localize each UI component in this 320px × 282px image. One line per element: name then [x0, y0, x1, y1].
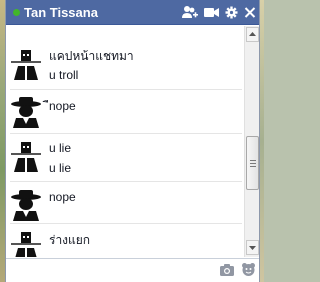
sender-avatar[interactable] — [10, 48, 42, 80]
sender-avatar[interactable] — [10, 230, 42, 257]
camera-icon[interactable] — [220, 264, 234, 279]
chat-window: Tan Tissana แคปหน้าแชทมา u troll ืnope u… — [5, 0, 260, 282]
message-text: ืnope — [49, 99, 76, 113]
scroll-up-button[interactable] — [246, 27, 259, 42]
sender-avatar[interactable] — [10, 140, 42, 172]
message-scrollbar[interactable] — [244, 26, 259, 257]
scroll-thumb[interactable] — [246, 136, 259, 190]
settings-icon[interactable] — [225, 5, 238, 20]
message-composer — [6, 258, 259, 282]
message-text: ร่างแยก — [49, 233, 91, 247]
chat-titlebar[interactable]: Tan Tissana — [6, 0, 259, 25]
message-input[interactable] — [10, 262, 210, 280]
add-friend-icon[interactable] — [182, 5, 198, 20]
close-icon[interactable] — [244, 5, 256, 20]
message-text: u lie — [49, 161, 72, 175]
contact-name[interactable]: Tan Tissana — [24, 5, 98, 20]
online-status-icon — [13, 9, 20, 16]
sender-avatar[interactable] — [10, 189, 42, 221]
message-text: nope — [49, 190, 76, 204]
scroll-down-button[interactable] — [246, 240, 259, 255]
message-divider — [10, 181, 242, 182]
message-divider — [10, 133, 242, 134]
message-text: แคปหน้าแชทมา — [49, 49, 134, 63]
message-text: u lie — [49, 141, 72, 155]
message-divider — [10, 89, 242, 90]
message-list[interactable]: แคปหน้าแชทมา u troll ืnope u lie u lie n… — [6, 26, 243, 257]
video-call-icon[interactable] — [204, 5, 219, 20]
sticker-icon[interactable] — [241, 262, 256, 280]
message-divider — [10, 223, 242, 224]
sender-avatar[interactable] — [10, 96, 42, 128]
message-text: u troll — [49, 68, 79, 82]
